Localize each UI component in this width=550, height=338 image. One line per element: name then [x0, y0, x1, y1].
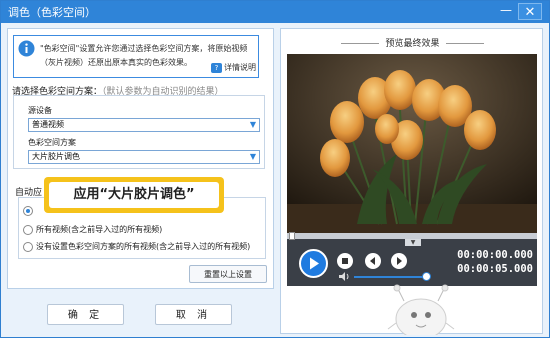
step-forward-icon [397, 257, 402, 265]
help-link[interactable]: ? 详情说明 [211, 62, 256, 73]
settings-panel: "色彩空间"设置允许您通过选择色彩空间方案，将原始视频（灰片视频）还原出原本真实… [7, 28, 274, 289]
auto-option-3-label: 没有设置色彩空间方案的所有视频(含之前导入过的所有视频) [36, 242, 251, 251]
play-icon [310, 257, 319, 270]
auto-option-3[interactable]: 没有设置色彩空间方案的所有视频(含之前导入过的所有视频) [23, 241, 250, 252]
reset-button[interactable]: 重置以上设置 [189, 265, 267, 283]
color-scheme-value: 大片胶片调色 [32, 152, 80, 161]
info-icon [18, 40, 35, 57]
preview-panel: 预览最终效果 ▼ 00:00:00.000 00:00:05.000 [280, 28, 544, 335]
total-time: 00:00:05.000 [457, 263, 533, 275]
color-scheme-label: 色彩空间方案 [28, 138, 76, 147]
radio-button[interactable] [23, 206, 33, 216]
minimize-button[interactable]: — [496, 3, 516, 20]
auto-option-1[interactable] [23, 206, 36, 216]
next-frame-button[interactable] [391, 253, 407, 269]
color-space-dialog: 调色（色彩空间） — ✕ "色彩空间"设置允许您通过选择色彩空间方案，将原始视频… [0, 0, 550, 338]
window-title: 调色（色彩空间） [8, 6, 96, 19]
volume-icon[interactable] [339, 272, 350, 281]
current-time: 00:00:00.000 [457, 249, 533, 261]
ok-button[interactable]: 确 定 [47, 304, 124, 325]
info-box: "色彩空间"设置允许您通过选择色彩空间方案，将原始视频（灰片视频）还原出原本真实… [13, 35, 259, 78]
preview-video [287, 54, 537, 234]
chevron-down-icon: ▼ [249, 152, 256, 161]
volume-slider[interactable] [354, 276, 429, 278]
radio-button[interactable] [23, 224, 33, 235]
help-link-label: 详情说明 [224, 63, 256, 72]
callout-text: 应用“大片胶片调色” [49, 182, 219, 208]
scheme-group: 源设备 普通视频 ▼ 色彩空间方案 大片胶片调色 ▼ [13, 95, 265, 169]
help-icon: ? [211, 62, 222, 73]
stop-button[interactable] [337, 253, 353, 269]
auto-option-2[interactable]: 所有视频(含之前导入过的所有视频) [23, 224, 162, 235]
source-device-select[interactable]: 普通视频 ▼ [28, 118, 260, 132]
preview-title: 预览最终效果 [281, 36, 544, 49]
collapse-toggle[interactable]: ▼ [405, 239, 421, 246]
step-back-icon [370, 257, 375, 265]
previous-frame-button[interactable] [365, 253, 381, 269]
play-button[interactable] [299, 249, 328, 278]
radio-button[interactable] [23, 241, 33, 252]
cancel-button[interactable]: 取 消 [155, 304, 232, 325]
close-button[interactable]: ✕ [518, 3, 542, 20]
chevron-down-icon: ▼ [249, 120, 256, 129]
stop-icon [342, 258, 348, 264]
timeline-handle[interactable] [289, 232, 295, 240]
auto-option-2-label: 所有视频(含之前导入过的所有视频) [36, 225, 163, 234]
source-device-label: 源设备 [28, 106, 52, 115]
mascot-illustration [387, 284, 455, 335]
callout-banner: 应用“大片胶片调色” [44, 177, 224, 213]
color-scheme-select[interactable]: 大片胶片调色 ▼ [28, 150, 260, 164]
title-bar: 调色（色彩空间） — ✕ [1, 1, 549, 23]
source-device-value: 普通视频 [32, 120, 64, 129]
